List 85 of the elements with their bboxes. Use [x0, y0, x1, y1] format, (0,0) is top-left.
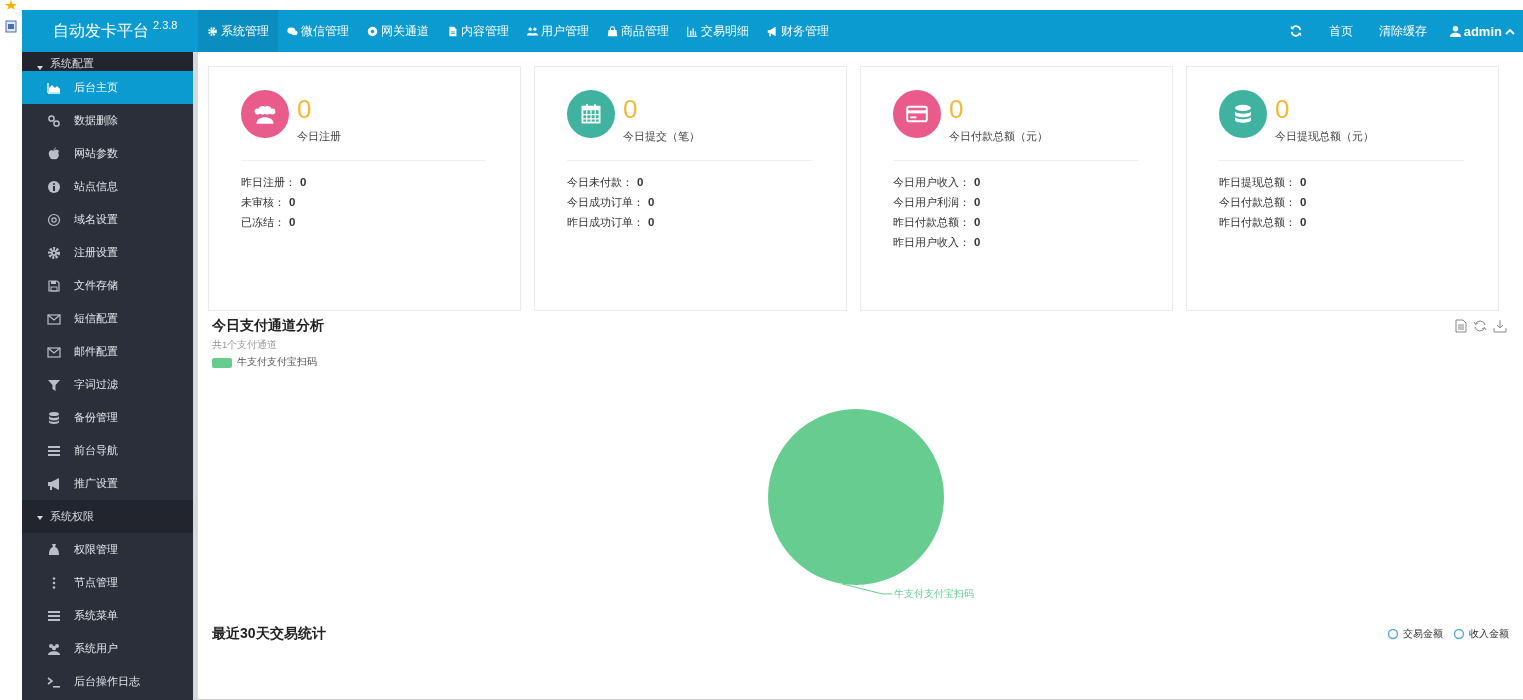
stat-row-text: 今日用户利润： 0 — [893, 195, 982, 210]
sidebar-item[interactable]: 文件存储 — [22, 269, 193, 302]
credit-card-icon — [906, 103, 928, 125]
sidebar-item[interactable]: 系统用户 — [22, 632, 193, 665]
stat-row-text: 昨日注册： 0 — [241, 175, 308, 190]
chat-bubbles-icon — [287, 25, 298, 37]
apple-icon — [47, 146, 61, 161]
stat-row-text: 今日用户收入： 0 — [893, 175, 982, 190]
stat-row-text: 昨日成功订单： 0 — [567, 215, 656, 230]
caret-up-icon — [1505, 26, 1515, 36]
section-subtitle: 共1个支付通道 — [212, 339, 279, 352]
stat-label: 今日付款总额（元） — [949, 129, 1048, 144]
refresh-icon[interactable] — [1473, 319, 1487, 333]
sidebar-item[interactable]: 短信配置 — [22, 302, 193, 335]
download-icon[interactable] — [1493, 319, 1507, 333]
sidebar-item[interactable]: 注册设置 — [22, 236, 193, 269]
megaphone-icon — [47, 476, 61, 491]
sidebar-item[interactable]: 备份管理 — [22, 401, 193, 434]
info-icon — [47, 179, 61, 194]
area-chart-icon — [47, 80, 61, 95]
platform-logo: 自动发卡平台 — [53, 20, 149, 41]
sidebar-group-header[interactable]: 系统权限 — [22, 500, 193, 533]
sidebar-item[interactable]: 邮件配置 — [22, 335, 193, 368]
stat-row-text: 已冻结： 0 — [241, 215, 297, 230]
nav-tab[interactable]: 系统管理 — [198, 10, 278, 52]
megaphone-icon — [767, 25, 778, 37]
shopping-bag-icon — [607, 25, 618, 37]
terminal-icon — [47, 674, 61, 689]
stat-number: 0 — [623, 94, 639, 124]
sidebar-item[interactable]: 字词过滤 — [22, 368, 193, 401]
sidebar-item[interactable]: 站点信息 — [22, 170, 193, 203]
bar-chart-icon — [687, 25, 698, 37]
envelope-icon — [47, 311, 61, 326]
stat-number: 0 — [297, 94, 313, 124]
stat-row-text: 今日付款总额： 0 — [1219, 195, 1308, 210]
file-icon — [447, 25, 458, 37]
sidebar-item[interactable]: 后台操作日志 — [22, 665, 193, 698]
sidebar-item[interactable]: 数据删除 — [22, 104, 193, 137]
sidebar-item[interactable]: 前台导航 — [22, 434, 193, 467]
stat-row-text: 昨日用户收入： 0 — [893, 235, 982, 250]
sidebar-group-header[interactable]: 系统配置 — [22, 52, 193, 71]
gear-icon — [207, 25, 218, 37]
slice-label: 牛支付支付宝扫码 — [893, 587, 974, 599]
legend-circle-icon — [1453, 628, 1465, 640]
person-icon — [1449, 25, 1461, 37]
document-icon[interactable] — [5, 20, 17, 33]
stat-label: 今日提交（笔） — [623, 129, 700, 144]
gear-icon — [47, 245, 61, 260]
data-view-icon[interactable] — [1455, 319, 1467, 333]
filter-icon — [47, 377, 61, 392]
sidebar-item[interactable]: 推广设置 — [22, 467, 193, 500]
legend-circle-icon — [1387, 628, 1399, 640]
section-title: 今日支付通道分析 — [212, 317, 324, 335]
stat-row-text: 今日成功订单： 0 — [567, 195, 656, 210]
sidebar-item[interactable]: 域名设置 — [22, 203, 193, 236]
envelope-icon — [47, 344, 61, 359]
stat-label: 今日提现总额（元） — [1275, 129, 1374, 144]
legend-label[interactable]: 交易金额 — [1403, 627, 1443, 641]
menu-icon — [47, 443, 61, 458]
database-icon — [47, 410, 61, 425]
legend-label[interactable]: 收入金额 — [1469, 627, 1509, 641]
legend-label[interactable]: 牛支付支付宝扫码 — [237, 356, 317, 369]
stat-row-text: 昨日付款总额： 0 — [1219, 215, 1308, 230]
stat-row-text: 昨日提现总额： 0 — [1219, 175, 1308, 190]
money-bag-icon — [47, 542, 61, 557]
database-icon — [1232, 103, 1254, 125]
stat-row-text: 今日未付款： 0 — [567, 175, 645, 190]
sidebar-item[interactable]: 权限管理 — [22, 533, 193, 566]
calendar-icon — [580, 103, 602, 125]
sidebar-item[interactable]: 系统菜单 — [22, 599, 193, 632]
star-icon[interactable] — [5, 0, 17, 10]
pie-chart-drawing[interactable] — [767, 409, 944, 585]
sidebar-item[interactable]: 网站参数 — [22, 137, 193, 170]
section-title: 最近30天交易统计 — [212, 625, 326, 643]
version-number: 2.3.8 — [153, 19, 178, 31]
menu-icon — [47, 608, 61, 623]
sidebar-item[interactable]: 节点管理 — [22, 566, 193, 599]
link-icon — [47, 113, 61, 128]
compass-icon — [367, 25, 378, 37]
stat-row-text: 昨日付款总额： 0 — [893, 215, 982, 230]
stat-number: 0 — [949, 94, 965, 124]
stat-number: 0 — [1275, 94, 1291, 124]
stat-row-text: 未审核： 0 — [241, 195, 297, 210]
leader-line — [841, 583, 893, 595]
stat-label: 今日注册 — [297, 129, 341, 144]
